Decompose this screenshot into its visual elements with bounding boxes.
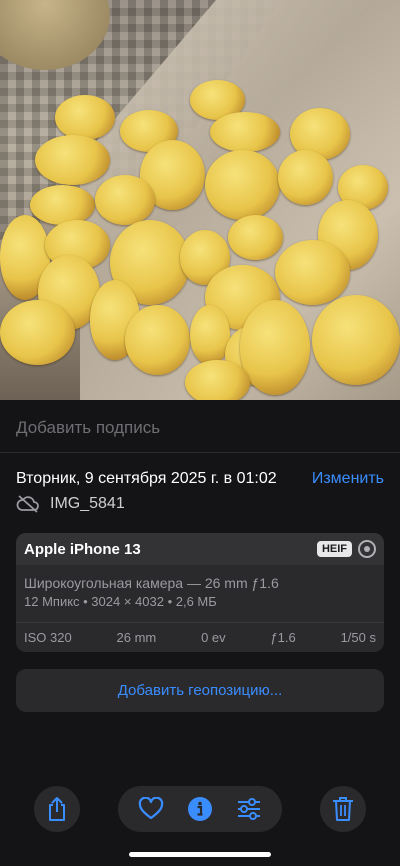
divider [0,452,400,453]
live-photo-icon [358,540,376,558]
info-button[interactable] [187,796,213,822]
edit-date-button[interactable]: Изменить [312,470,384,488]
sliders-icon [238,798,261,820]
file-row: IMG_5841 [16,495,125,513]
home-indicator[interactable] [129,852,271,857]
exif-iso: ISO 320 [24,630,72,645]
filename: IMG_5841 [50,495,125,512]
trash-icon [332,796,354,822]
delete-button[interactable] [320,786,366,832]
cloud-off-icon [16,495,40,513]
lens-info: Широкоугольная камера — 26 mm ƒ1.6 [24,575,279,591]
exif-focal-length: 26 mm [116,630,157,645]
heart-icon [138,797,163,820]
info-icon [187,797,212,821]
adjust-button[interactable] [236,797,262,821]
image-specs: 12 Мпикс • 3024 × 4032 • 2,6 МБ [24,594,217,609]
share-button[interactable] [34,786,80,832]
exif-shutter-speed: 1/50 s [340,630,376,645]
photo-view[interactable] [0,0,400,400]
exif-row: ISO 320 26 mm 0 ev ƒ1.6 1/50 s [16,622,384,652]
format-badge: HEIF [316,541,352,557]
exif-aperture: ƒ1.6 [270,630,296,645]
photo-actions-group [118,786,282,832]
favorite-button[interactable] [138,797,164,821]
exif-exposure-bias: 0 ev [201,630,226,645]
camera-info-card: Apple iPhone 13 HEIF Широкоугольная каме… [16,533,384,652]
caption-field[interactable]: Добавить подпись [16,418,160,438]
device-name: Apple iPhone 13 [24,540,141,558]
add-location-button[interactable]: Добавить геопозицию... [16,669,384,712]
share-icon [45,796,69,822]
photo-date: Вторник, 9 сентября 2025 г. в 01:02 [16,470,277,487]
